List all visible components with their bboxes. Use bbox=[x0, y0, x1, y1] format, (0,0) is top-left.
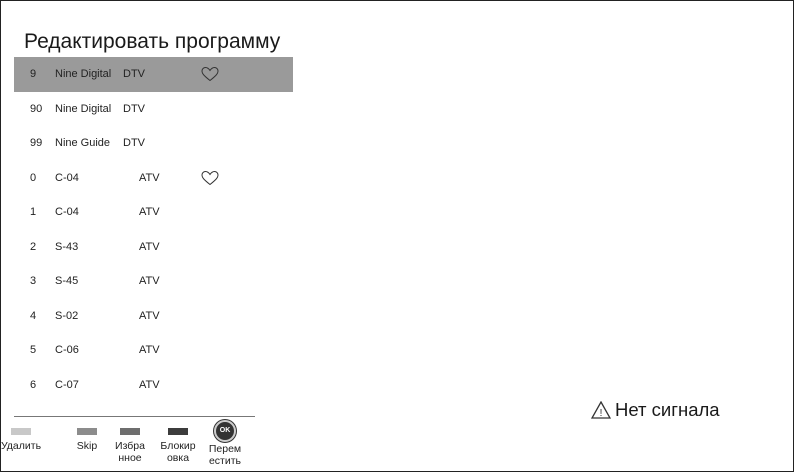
channel-name: S-02 bbox=[55, 309, 79, 322]
channel-row[interactable]: 3 S-45 ATV bbox=[14, 264, 293, 299]
channel-number: 4 bbox=[30, 309, 37, 322]
channel-type: ATV bbox=[139, 240, 160, 253]
legend-lock[interactable]: Блокир овка bbox=[157, 420, 199, 464]
favorite-heart-icon bbox=[201, 170, 219, 185]
channel-number: 99 bbox=[30, 137, 43, 150]
legend-divider bbox=[14, 416, 255, 417]
channel-type: ATV bbox=[139, 275, 160, 288]
channel-row[interactable]: 99 Nine Guide DTV bbox=[14, 126, 293, 161]
channel-name: Nine Digital bbox=[55, 68, 112, 81]
channel-number: 5 bbox=[30, 344, 37, 357]
channel-row[interactable]: 4 S-02 ATV bbox=[14, 299, 293, 334]
no-signal-text: Нет сигнала bbox=[615, 399, 720, 420]
channel-number: 3 bbox=[30, 275, 37, 288]
green-key-swatch bbox=[77, 428, 97, 435]
color-key-legend: Удалить Skip Избра нное Блокир овка OK П… bbox=[0, 420, 300, 470]
channel-name: C-06 bbox=[55, 344, 79, 357]
channel-name: C-04 bbox=[55, 171, 79, 184]
favorite-heart-icon bbox=[201, 67, 219, 82]
channel-name: C-04 bbox=[55, 206, 79, 219]
channel-name: Nine Digital bbox=[55, 102, 112, 115]
channel-number: 6 bbox=[30, 378, 37, 391]
channel-type: ATV bbox=[139, 206, 160, 219]
legend-delete-label: Удалить bbox=[0, 440, 42, 452]
channel-row[interactable]: 9 Nine Digital DTV bbox=[14, 57, 293, 92]
channel-type: ATV bbox=[139, 171, 160, 184]
channel-row[interactable]: 90 Nine Digital DTV bbox=[14, 92, 293, 127]
channel-number: 9 bbox=[30, 68, 37, 81]
channel-row[interactable]: 5 C-06 ATV bbox=[14, 333, 293, 368]
channel-row[interactable]: 1 C-04 ATV bbox=[14, 195, 293, 230]
page-title: Редактировать программу bbox=[24, 30, 281, 53]
no-signal-status: ! Нет сигнала bbox=[590, 399, 720, 421]
legend-favorite[interactable]: Избра нное bbox=[112, 420, 148, 464]
channel-type: DTV bbox=[123, 102, 145, 115]
legend-favorite-label: Избра нное bbox=[115, 440, 145, 464]
channel-name: S-43 bbox=[55, 240, 79, 253]
legend-delete[interactable]: Удалить bbox=[0, 420, 42, 452]
channel-type: DTV bbox=[123, 68, 145, 81]
legend-skip-label: Skip bbox=[76, 440, 98, 452]
channel-type: ATV bbox=[139, 344, 160, 357]
channel-name: Nine Guide bbox=[55, 137, 111, 150]
legend-lock-label: Блокир овка bbox=[160, 440, 196, 464]
ok-button-icon: OK bbox=[214, 420, 236, 442]
legend-move-label: Перем естить bbox=[208, 443, 242, 467]
channel-number: 90 bbox=[30, 102, 43, 115]
channel-number: 2 bbox=[30, 240, 37, 253]
svg-text:!: ! bbox=[600, 408, 603, 419]
red-key-swatch bbox=[11, 428, 31, 435]
channel-row[interactable]: 6 C-07 ATV bbox=[14, 368, 293, 403]
blue-key-swatch bbox=[168, 428, 188, 435]
channel-number: 1 bbox=[30, 206, 37, 219]
channel-row[interactable]: 2 S-43 ATV bbox=[14, 230, 293, 265]
legend-skip[interactable]: Skip bbox=[72, 420, 102, 452]
channel-name: S-45 bbox=[55, 275, 79, 288]
warning-icon: ! bbox=[590, 399, 615, 420]
channel-number: 0 bbox=[30, 171, 37, 184]
channel-name: C-07 bbox=[55, 378, 79, 391]
channel-list: 9 Nine Digital DTV 90 Nine Digital DTV 99 Nine … bbox=[14, 57, 293, 402]
channel-type: ATV bbox=[139, 378, 160, 391]
yellow-key-swatch bbox=[120, 428, 140, 435]
channel-type: ATV bbox=[139, 309, 160, 322]
channel-row[interactable]: 0 C-04 ATV bbox=[14, 161, 293, 196]
legend-move[interactable]: OK Перем естить bbox=[205, 420, 245, 467]
channel-type: DTV bbox=[123, 137, 145, 150]
